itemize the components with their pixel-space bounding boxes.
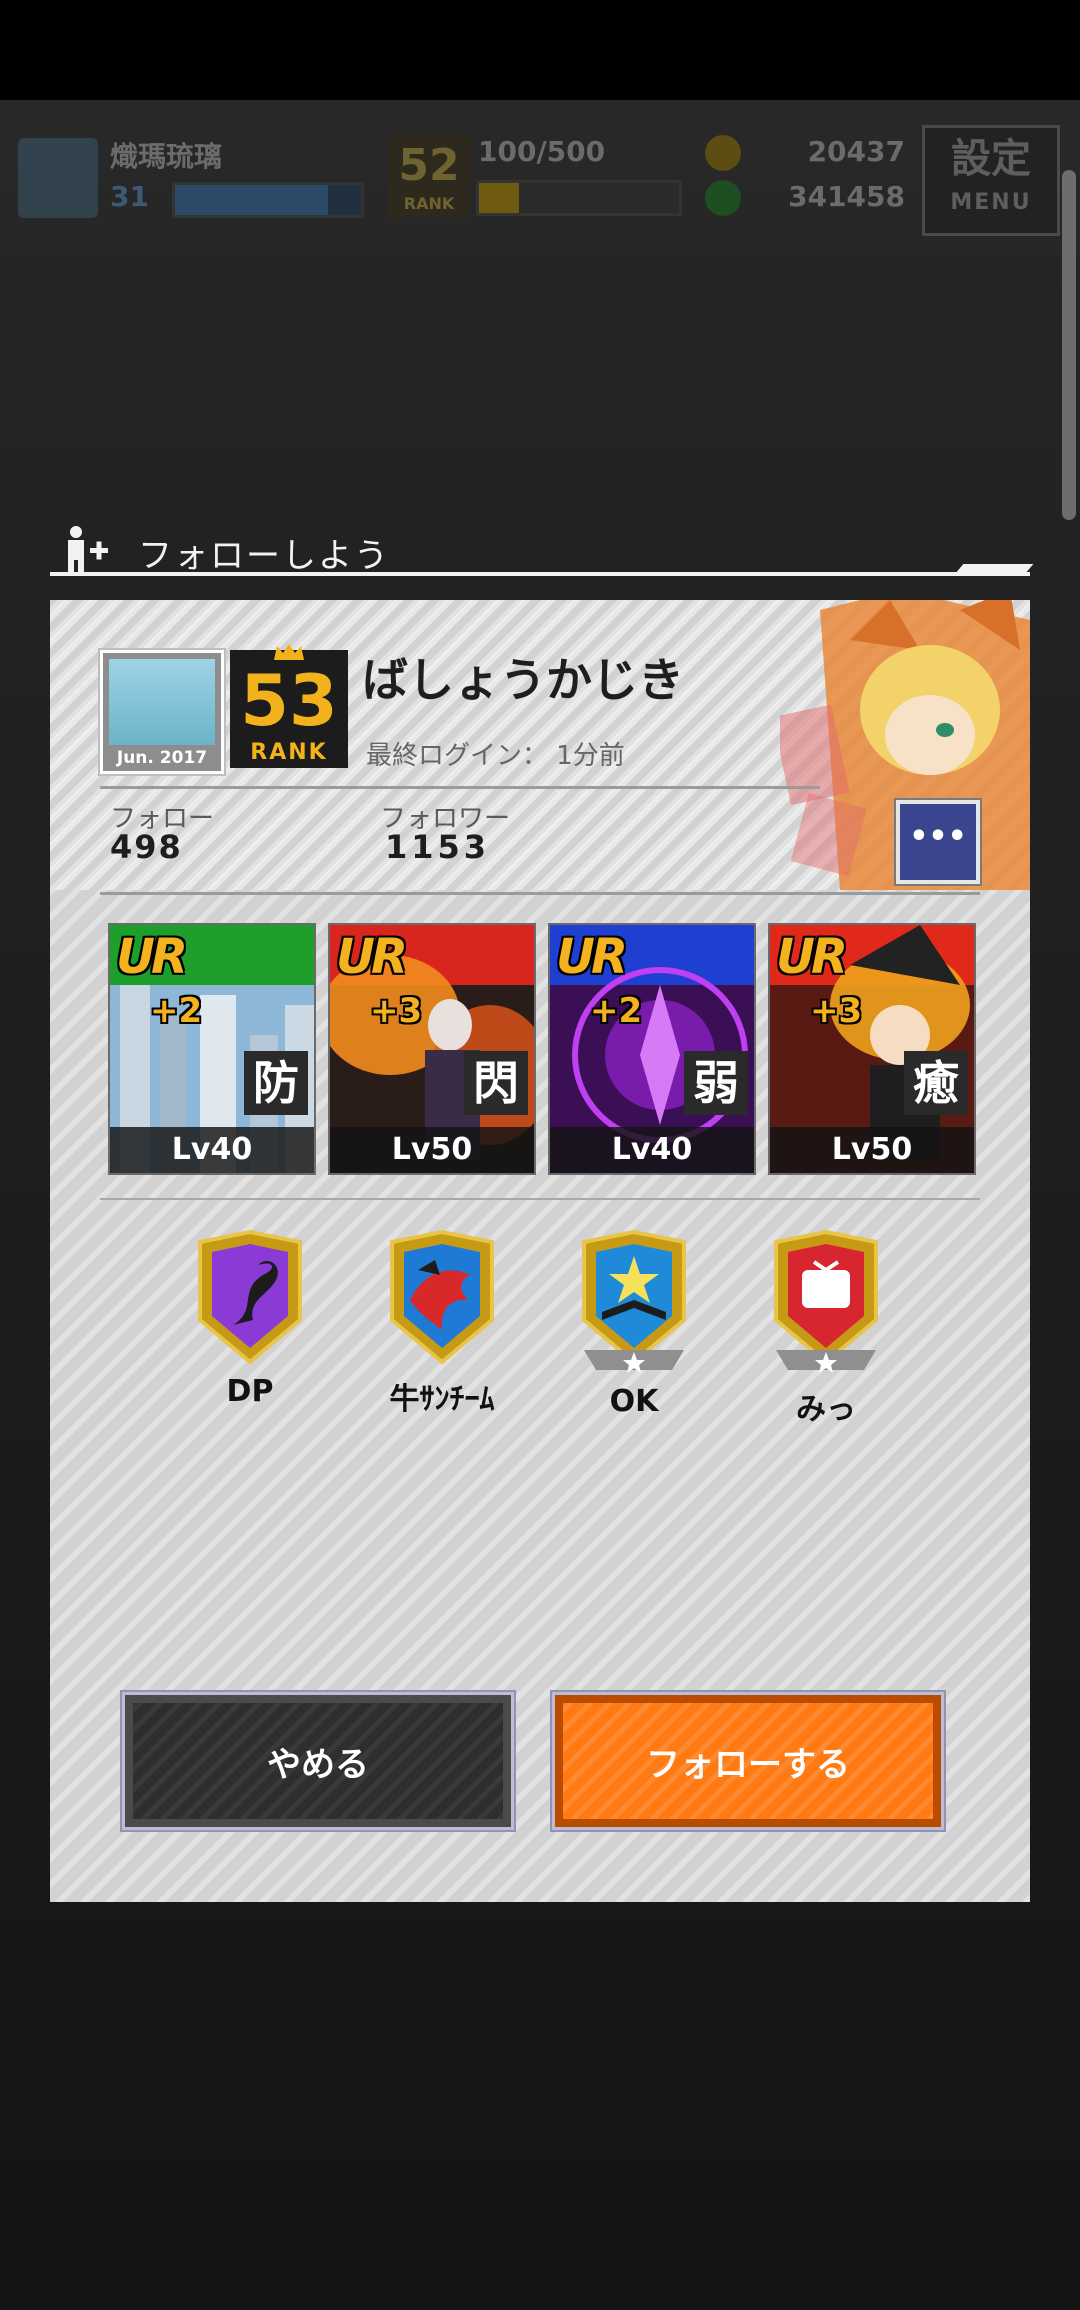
- card-rarity: UR: [556, 929, 628, 985]
- player-level: 31: [110, 180, 149, 213]
- rank-label: RANK: [250, 740, 328, 765]
- deck-card[interactable]: UR +3 閃 Lv50: [328, 923, 536, 1175]
- emblem-name: 牛ｻﾝﾁｰﾑ: [389, 1382, 495, 1417]
- profile-divider: [100, 786, 820, 789]
- follow-button-label: フォローする: [563, 1703, 933, 1819]
- add-person-icon: [68, 526, 108, 572]
- card-attribute: 防: [244, 1051, 308, 1115]
- menu-button[interactable]: 設定 MENU: [922, 125, 1060, 236]
- status-bar: [0, 0, 1080, 100]
- dialog-header: フォローしよう: [50, 520, 1034, 580]
- emblem-name: DP: [226, 1374, 274, 1409]
- cards-divider: [100, 1198, 980, 1200]
- coin-amount: 20437: [807, 135, 905, 168]
- card-level: Lv50: [330, 1127, 534, 1173]
- join-date-label: Jun. 2017: [116, 748, 208, 768]
- dragon-emblem-icon: [198, 1230, 302, 1365]
- join-date-badge-image: [109, 659, 215, 745]
- cancel-button[interactable]: やめる: [122, 1692, 514, 1830]
- card-plus: +3: [370, 991, 423, 1031]
- stamina-bar: [476, 180, 682, 216]
- coin-icon: [705, 135, 741, 171]
- exp-bar-fill: [175, 185, 328, 215]
- emblem-item[interactable]: 牛ｻﾝﾁｰﾑ: [372, 1230, 512, 1418]
- follow-count: 498: [110, 828, 183, 866]
- follow-dialog: Jun. 2017 53 RANK ばしょうかじき 最終ログイン： 1分前 フォ…: [50, 600, 1030, 1902]
- rank-number: 53: [240, 660, 338, 742]
- crown-icon: [274, 644, 304, 660]
- card-attribute: 弱: [684, 1051, 748, 1115]
- emblem-item[interactable]: みっ: [756, 1230, 896, 1428]
- card-level: Lv40: [550, 1127, 754, 1173]
- last-login: 最終ログイン： 1分前: [366, 741, 625, 771]
- player-rank-label: RANK: [403, 194, 455, 213]
- player-name: 熾瑪琉璃: [110, 140, 223, 173]
- star-emblem-icon: [582, 1230, 686, 1373]
- follow-button[interactable]: フォローする: [552, 1692, 944, 1830]
- dialog-title: フォローしよう: [138, 536, 390, 576]
- emblem-name: みっ: [796, 1392, 856, 1427]
- dialog-title-accent: [956, 564, 1034, 572]
- deck-card[interactable]: UR +2 防 Lv40: [108, 923, 316, 1175]
- card-plus: +2: [590, 991, 643, 1031]
- top-bar: [0, 100, 1080, 255]
- deck-card[interactable]: UR +2 弱 Lv40: [548, 923, 756, 1175]
- scrollbar[interactable]: [1062, 170, 1076, 520]
- tv-emblem-icon: [774, 1230, 878, 1373]
- card-plus: +2: [150, 991, 203, 1031]
- cancel-button-label: やめる: [133, 1703, 503, 1819]
- player-avatar[interactable]: [18, 138, 98, 218]
- stamina-bar-fill: [479, 183, 519, 213]
- deck-card[interactable]: UR +3 癒 Lv50: [768, 923, 976, 1175]
- exp-bar: [172, 182, 364, 218]
- follower-count: 1153: [385, 828, 491, 866]
- menu-label: MENU: [950, 190, 1032, 215]
- gem-amount: 341458: [788, 180, 905, 213]
- join-date-badge: Jun. 2017: [100, 650, 224, 774]
- menu-kanji: 設定: [951, 136, 1031, 182]
- card-level: Lv50: [770, 1127, 974, 1173]
- stamina-text: 100/500: [478, 135, 606, 168]
- emblem-item[interactable]: DP: [180, 1230, 320, 1409]
- dialog-title-underline: [50, 572, 1030, 576]
- profile-name: ばしょうかじき: [362, 653, 684, 707]
- player-rank-number: 52: [398, 140, 460, 191]
- emblem-item[interactable]: OK: [564, 1230, 704, 1419]
- player-rank-badge: 52 RANK: [388, 136, 470, 218]
- card-plus: +3: [810, 991, 863, 1031]
- card-attribute: 癒: [904, 1051, 968, 1115]
- emblem-name: OK: [609, 1384, 659, 1419]
- card-attribute: 閃: [464, 1051, 528, 1115]
- gem-icon: [705, 180, 741, 216]
- rank-badge: 53 RANK: [230, 644, 348, 768]
- card-rarity: UR: [336, 929, 408, 985]
- card-level: Lv40: [110, 1127, 314, 1173]
- more-options-button[interactable]: •••: [896, 800, 980, 884]
- red-dragon-emblem-icon: [390, 1230, 494, 1365]
- section-divider: [100, 892, 980, 895]
- card-rarity: UR: [116, 929, 188, 985]
- card-rarity: UR: [776, 929, 848, 985]
